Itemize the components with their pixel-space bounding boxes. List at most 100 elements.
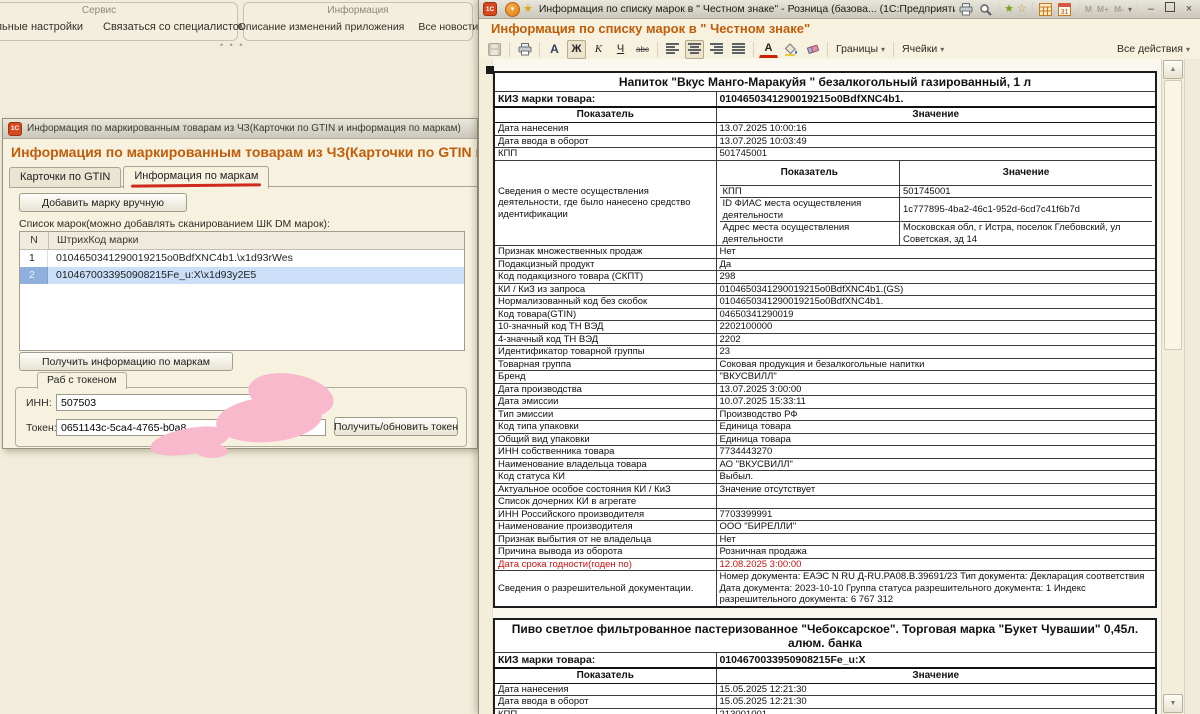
row-label: Нормализованный код без скобок: [494, 296, 716, 309]
kiz-value: 0104650341290019215o0BdfXNC4b1.: [716, 92, 1156, 108]
add-mark-button[interactable]: Добавить марку вручную: [19, 193, 187, 212]
right-window-titlebar[interactable]: 1С ▾ ★ Информация по списку марок в " Че…: [479, 0, 1200, 19]
tab-gtin-cards[interactable]: Карточки по GTIN: [9, 167, 121, 188]
nested-row: ID ФИАС места осуществления деятельности…: [720, 198, 1153, 222]
row-label: Товарная группа: [494, 358, 716, 371]
value-header: Значение: [900, 161, 1153, 186]
toolbar-group-info: Информация Описание изменений приложения…: [243, 2, 473, 41]
close-button[interactable]: ×: [1181, 2, 1197, 16]
favorite-star-icon[interactable]: ★: [523, 4, 533, 15]
contact-specialist-button[interactable]: Связаться со специалистом: [95, 19, 254, 35]
value-header: Значение: [716, 107, 1156, 123]
titlebar-more-icon[interactable]: ▾: [1128, 5, 1132, 14]
divider: [657, 42, 658, 57]
align-right-button[interactable]: [707, 40, 726, 59]
personal-settings-button[interactable]: Персональные настройки: [0, 19, 91, 35]
memory-add-button[interactable]: M+: [1096, 4, 1110, 14]
row-label: Дата производства: [494, 383, 716, 396]
all-actions-button[interactable]: Все действия▾: [1114, 43, 1193, 55]
row-value: 2202: [716, 333, 1156, 346]
column-header-barcode: ШтрихКод марки: [49, 232, 464, 249]
italic-button[interactable]: К: [589, 40, 608, 59]
spreadsheet-viewport[interactable]: Напиток "Вкус Манго-Маракуйя " безалкого…: [479, 59, 1200, 714]
all-news-button[interactable]: Все новости: [413, 19, 483, 35]
indicator-header: Показатель: [494, 107, 716, 123]
report-row: Признак выбытия от не владельцаНет: [494, 533, 1156, 546]
row-label: Признак множественных продаж: [494, 246, 716, 259]
add-favorite-icon[interactable]: ★: [1004, 4, 1014, 15]
app-changes-button[interactable]: Описание изменений приложения: [233, 19, 410, 35]
panel-splitter[interactable]: • • •: [220, 40, 244, 50]
row-value: 15.05.2025 12:21:30: [716, 696, 1156, 709]
row-value: 23: [716, 346, 1156, 359]
report-row: 10-значный код ТН ВЭД2202100000: [494, 321, 1156, 334]
strikethrough-button[interactable]: abc: [633, 40, 652, 59]
cells-menu-button[interactable]: Ячейки▾: [899, 43, 947, 55]
cells-menu-label: Ячейки: [902, 43, 937, 55]
row-label: ИНН собственника товара: [494, 446, 716, 459]
row-value: 13.07.2025 3:00:00: [716, 383, 1156, 396]
calendar-icon[interactable]: 31: [1057, 2, 1073, 17]
marks-row[interactable]: 10104650341290019215o0BdfXNC4b1.\x1d93rW…: [20, 250, 464, 267]
product-kiz-row: КИЗ марки товара:0104650341290019215o0Bd…: [494, 92, 1156, 108]
row-label: Адрес места осуществления деятельности: [720, 222, 900, 246]
report-row: Дата нанесения15.05.2025 12:21:30: [494, 683, 1156, 696]
borders-menu-button[interactable]: Границы▾: [833, 43, 888, 55]
tab-marks-info-label: Информация по маркам: [134, 170, 258, 182]
row-label: Наименование владельца товара: [494, 458, 716, 471]
product-table[interactable]: Напиток "Вкус Манго-Маракуйя " безалкого…: [493, 71, 1157, 608]
report-row: Дата производства13.07.2025 3:00:00: [494, 383, 1156, 396]
product-table[interactable]: Пиво светлое фильтрованное пастеризованн…: [493, 618, 1157, 714]
product-title: Пиво светлое фильтрованное пастеризованн…: [494, 619, 1156, 653]
calculator-icon[interactable]: [1038, 2, 1054, 17]
row-value: Московская обл, г Истра, поселок Глебовс…: [900, 222, 1153, 246]
marked-goods-window: 1С Информация по маркированным товарам и…: [2, 118, 478, 449]
scroll-down-button[interactable]: ▼: [1163, 694, 1183, 713]
align-left-button[interactable]: [663, 40, 682, 59]
report-row: Признак множественных продажНет: [494, 246, 1156, 259]
favorites-list-icon[interactable]: ☆: [1017, 4, 1027, 15]
left-window-titlebar[interactable]: 1С Информация по маркированным товарам и…: [3, 119, 477, 139]
bold-button[interactable]: Ж: [567, 40, 586, 59]
row-label: Код товара(GTIN): [494, 308, 716, 321]
row-label: Дата нанесения: [494, 683, 716, 696]
print-icon[interactable]: [515, 40, 534, 59]
underline-button[interactable]: Ч: [611, 40, 630, 59]
token-group-tab[interactable]: Раб с токеном: [37, 372, 127, 389]
indicator-header: Показатель: [720, 161, 900, 186]
refresh-token-button[interactable]: Получить/обновить токен: [334, 417, 458, 436]
scroll-up-button[interactable]: ▲: [1163, 60, 1183, 79]
columns-header-row: ПоказательЗначение: [494, 668, 1156, 684]
row-value: Значение отсутствует: [716, 483, 1156, 496]
memory-subtract-button[interactable]: M-: [1113, 4, 1125, 14]
align-center-button[interactable]: [685, 40, 704, 59]
row-label: КПП: [494, 148, 716, 161]
print-icon[interactable]: [958, 2, 974, 17]
minimize-button[interactable]: –: [1143, 2, 1159, 16]
print-preview-icon[interactable]: [977, 2, 993, 17]
row-value: 7734443270: [716, 446, 1156, 459]
row-value: Да: [716, 258, 1156, 271]
get-marks-info-button[interactable]: Получить информацию по маркам: [19, 352, 233, 371]
save-icon[interactable]: [485, 40, 504, 59]
report-row: Подакцизный продуктДа: [494, 258, 1156, 271]
memory-recall-button[interactable]: M: [1084, 4, 1093, 14]
marks-row[interactable]: 20104670033950908215Fe_u:X\x1d93y2E5: [20, 267, 464, 284]
fill-color-icon[interactable]: [781, 40, 800, 59]
marks-table-header: N ШтрихКод марки: [20, 232, 464, 250]
product-title: Напиток "Вкус Манго-Маракуйя " безалкого…: [494, 72, 1156, 92]
group-label-info: Информация: [244, 3, 472, 16]
row-label: Бренд: [494, 371, 716, 384]
vertical-scrollbar[interactable]: ▲ ▼: [1161, 59, 1185, 714]
scrollbar-thumb[interactable]: [1164, 80, 1182, 350]
report-heading: Информация по списку марок в " Честном з…: [479, 19, 1200, 39]
system-menu-button[interactable]: ▾: [505, 2, 520, 17]
align-justify-button[interactable]: [729, 40, 748, 59]
marks-row-number: 2: [20, 267, 48, 284]
maximize-button[interactable]: [1162, 2, 1178, 16]
tab-marks-info[interactable]: Информация по маркам: [123, 166, 269, 189]
font-color-button[interactable]: А: [759, 40, 778, 58]
eraser-icon[interactable]: [803, 40, 822, 59]
nested-table-cell: ПоказательЗначениеКПП501745001ID ФИАС ме…: [716, 160, 1156, 246]
font-button[interactable]: A: [545, 40, 564, 59]
